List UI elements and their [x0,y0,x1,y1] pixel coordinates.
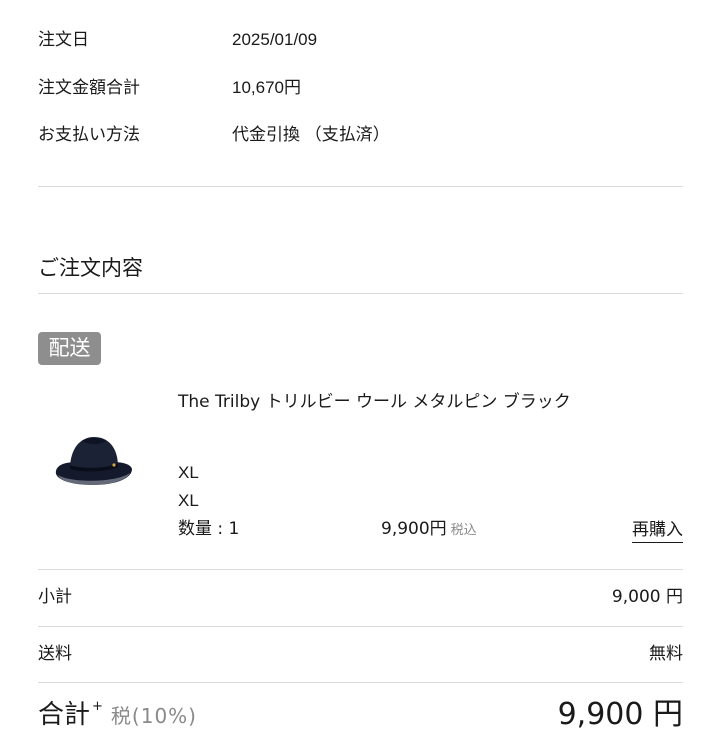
product-variant-size: XL [178,463,199,482]
shipping-badge: 配送 [38,332,101,365]
product-name[interactable]: The Trilby トリルビー ウール メタルピン ブラック [178,390,588,414]
total-label-group: 合計 + 税(10%) [38,697,197,734]
total-value: 9,900 円 [557,697,683,732]
product-variant-option: XL [178,491,199,510]
subtotal-label: 小計 [38,587,72,607]
payment-method-row: お支払い方法 代金引換 （支払済） [38,123,683,147]
divider [38,682,683,683]
trilby-hat-image[interactable] [48,425,138,505]
divider [38,569,683,570]
product-price-value: 9,900円 [381,519,447,539]
payment-method-label: お支払い方法 [38,125,140,145]
order-date-label: 注文日 [38,30,89,50]
shipping-fee-label: 送料 [38,644,72,664]
divider [38,186,683,187]
order-total-row: 注文金額合計 10,670円 [38,76,683,100]
order-total-value: 10,670円 [232,78,301,97]
order-contents-title: ご注文内容 [38,256,143,280]
shipping-fee-value: 無料 [649,644,683,664]
tax-rate: 税(10%) [110,704,197,728]
total-label: 合計 [38,700,91,730]
subtotal-value: 9,000 円 [611,587,683,607]
order-date-value: 2025/01/09 [232,30,318,49]
product-quantity: 数量 : 1 [178,519,240,539]
divider [38,626,683,627]
order-date-row: 注文日 2025/01/09 [38,28,683,52]
divider [38,293,683,294]
product-price: 9,900円 税込 [381,517,477,543]
order-total-label: 注文金額合計 [38,78,140,98]
tax-included-note: 税込 [450,523,477,538]
payment-method-value: 代金引換 （支払済） [232,125,390,144]
total-plus-mark: + [92,699,103,714]
rebuy-link[interactable]: 再購入 [632,518,683,543]
hat-icon [55,437,132,486]
